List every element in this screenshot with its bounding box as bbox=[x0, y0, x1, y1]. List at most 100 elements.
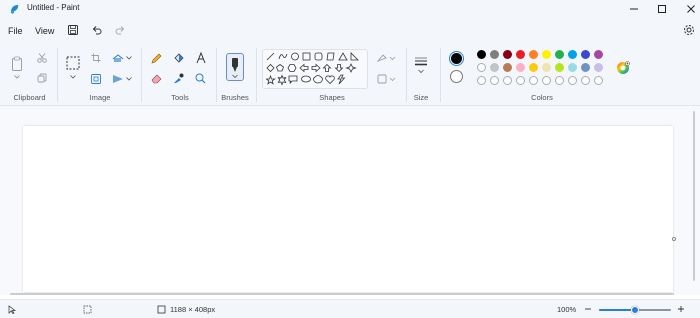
rotate-chevron-icon[interactable] bbox=[126, 56, 132, 60]
group-label-size: Size bbox=[413, 93, 429, 102]
custom-color-slot[interactable] bbox=[516, 76, 525, 85]
zoom-slider-fill bbox=[599, 309, 635, 311]
primary-color-button[interactable] bbox=[449, 51, 464, 66]
custom-color-slot[interactable] bbox=[555, 76, 564, 85]
oval-shape-icon bbox=[291, 52, 299, 61]
heart-shape-icon bbox=[325, 75, 335, 85]
menu-view[interactable]: View bbox=[35, 26, 54, 36]
horizontal-scrollbar[interactable] bbox=[10, 293, 674, 295]
maximize-button[interactable] bbox=[647, 0, 677, 17]
pencil-icon[interactable] bbox=[151, 53, 162, 64]
zoom-level-text[interactable]: 100% bbox=[557, 305, 576, 314]
cut-icon[interactable] bbox=[37, 53, 47, 63]
color-swatch[interactable] bbox=[555, 63, 564, 72]
resize-icon[interactable] bbox=[91, 74, 101, 84]
zoom-out-icon[interactable] bbox=[584, 305, 592, 313]
shapes-gallery-icons bbox=[266, 52, 359, 86]
rounded-rectangle-shape-icon bbox=[314, 52, 323, 61]
flip-chevron-icon[interactable] bbox=[126, 77, 132, 81]
custom-color-slot[interactable] bbox=[594, 76, 603, 85]
left-arrow-shape-icon bbox=[299, 63, 309, 73]
up-arrow-shape-icon bbox=[322, 63, 332, 72]
color-swatch[interactable] bbox=[477, 50, 486, 59]
custom-color-slot[interactable] bbox=[529, 76, 538, 85]
status-bar: 1188 × 408px 100% bbox=[0, 299, 700, 318]
magnifier-icon[interactable] bbox=[195, 73, 206, 84]
menu-file[interactable]: File bbox=[8, 26, 23, 36]
custom-color-slot[interactable] bbox=[542, 76, 551, 85]
drawing-canvas[interactable] bbox=[23, 126, 673, 292]
copy-icon[interactable] bbox=[37, 73, 47, 83]
color-swatch[interactable] bbox=[568, 63, 577, 72]
shape-fill-icon[interactable] bbox=[377, 74, 397, 84]
lightning-shape-icon bbox=[337, 74, 346, 85]
redo-icon[interactable] bbox=[114, 24, 126, 36]
custom-color-slot[interactable] bbox=[581, 76, 590, 85]
curve-shape-icon bbox=[278, 53, 288, 60]
color-swatch[interactable] bbox=[529, 63, 538, 72]
select-icon[interactable] bbox=[66, 56, 80, 70]
polygon-shape-icon bbox=[326, 52, 335, 61]
oval-callout-shape-icon bbox=[301, 75, 311, 83]
color-swatch[interactable] bbox=[581, 63, 590, 72]
vertical-scrollbar[interactable] bbox=[693, 111, 695, 281]
outline-icon[interactable] bbox=[377, 53, 397, 63]
color-swatch[interactable] bbox=[503, 63, 512, 72]
close-icon bbox=[687, 4, 695, 13]
color-swatch[interactable] bbox=[542, 50, 551, 59]
zoom-slider-thumb[interactable] bbox=[631, 306, 639, 314]
crop-icon[interactable] bbox=[91, 53, 101, 63]
pentagon-shape-icon bbox=[276, 64, 284, 72]
paste-chevron-icon[interactable] bbox=[14, 75, 20, 79]
color-swatch[interactable] bbox=[555, 50, 564, 59]
custom-color-slot[interactable] bbox=[568, 76, 577, 85]
rectangular-callout-shape-icon bbox=[288, 75, 298, 84]
paste-icon[interactable] bbox=[11, 56, 23, 72]
edit-colors-icon[interactable] bbox=[616, 61, 630, 75]
eraser-icon[interactable] bbox=[151, 73, 162, 84]
color-swatch[interactable] bbox=[568, 50, 577, 59]
cursor-position-icon bbox=[8, 305, 17, 314]
size-icon[interactable] bbox=[414, 56, 428, 74]
group-label-shapes: Shapes bbox=[319, 93, 345, 102]
hexagon-shape-icon bbox=[287, 64, 297, 72]
group-label-clipboard: Clipboard bbox=[13, 93, 46, 102]
undo-icon[interactable] bbox=[91, 24, 103, 36]
fill-icon[interactable] bbox=[173, 52, 185, 64]
select-chevron-icon[interactable] bbox=[70, 75, 76, 79]
color-swatch[interactable] bbox=[516, 50, 525, 59]
rotate-icon[interactable] bbox=[112, 53, 124, 63]
color-swatch[interactable] bbox=[594, 50, 603, 59]
color-swatch[interactable] bbox=[490, 50, 499, 59]
zoom-slider-track[interactable] bbox=[599, 306, 671, 314]
custom-color-slot[interactable] bbox=[503, 76, 512, 85]
flip-icon[interactable] bbox=[112, 74, 124, 84]
zoom-in-icon[interactable] bbox=[677, 305, 685, 313]
color-swatch[interactable] bbox=[503, 50, 512, 59]
color-swatch[interactable] bbox=[490, 63, 499, 72]
menu-bar: File View bbox=[0, 17, 700, 44]
brushes-button[interactable] bbox=[226, 53, 244, 81]
minimize-button[interactable] bbox=[619, 0, 649, 17]
settings-icon[interactable] bbox=[683, 24, 695, 36]
save-icon[interactable] bbox=[67, 24, 79, 36]
selection-size-icon bbox=[83, 305, 92, 314]
color-swatch[interactable] bbox=[581, 50, 590, 59]
color-swatch[interactable] bbox=[542, 63, 551, 72]
custom-color-slot[interactable] bbox=[477, 76, 486, 85]
color-swatch[interactable] bbox=[477, 63, 486, 72]
canvas-resize-handle[interactable] bbox=[672, 237, 676, 241]
diamond-shape-icon bbox=[266, 63, 275, 73]
six-point-star-shape-icon bbox=[277, 74, 287, 86]
color-picker-icon[interactable] bbox=[173, 73, 184, 84]
group-label-brushes: Brushes bbox=[221, 93, 249, 102]
down-arrow-shape-icon bbox=[334, 64, 344, 73]
close-button[interactable] bbox=[676, 0, 700, 17]
text-icon[interactable] bbox=[195, 52, 207, 64]
color-swatch[interactable] bbox=[516, 63, 525, 72]
color-swatch[interactable] bbox=[529, 50, 538, 59]
custom-color-slot[interactable] bbox=[490, 76, 499, 85]
secondary-color-button[interactable] bbox=[450, 70, 463, 83]
color-swatch[interactable] bbox=[594, 63, 603, 72]
primary-color-swatch bbox=[451, 53, 462, 64]
